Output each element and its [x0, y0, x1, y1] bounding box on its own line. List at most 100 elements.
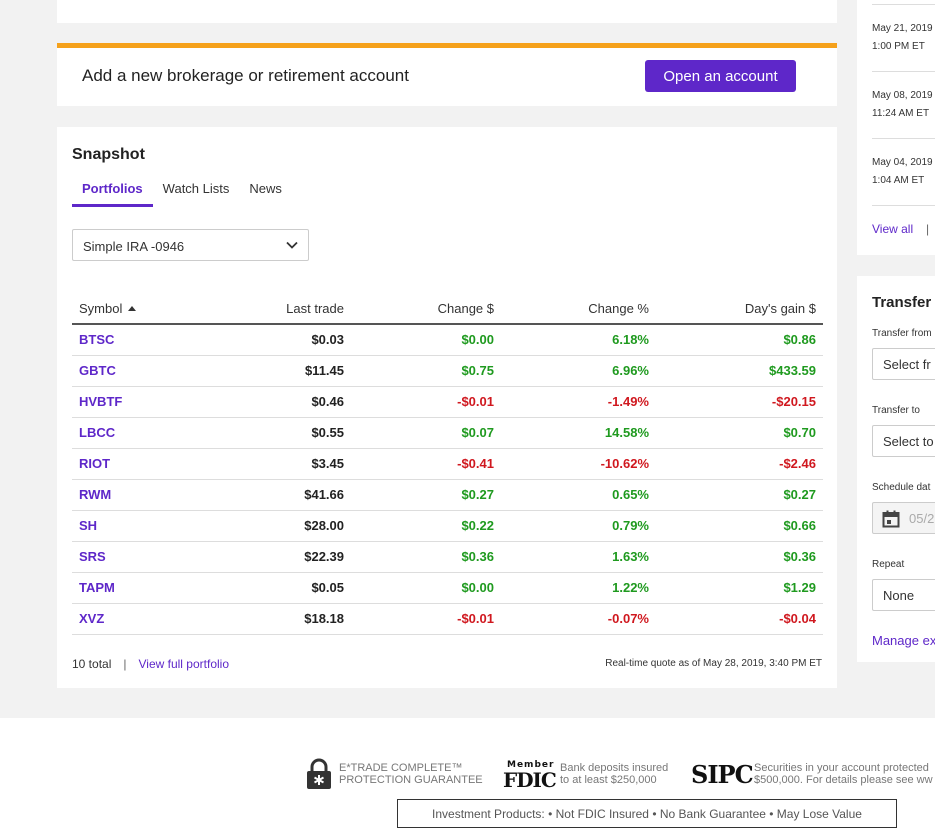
last-trade-cell: $0.55 — [212, 417, 351, 449]
change-cell: $0.22 — [351, 510, 501, 542]
table-row: LBCC $0.55 $0.07 14.58% $0.70 — [72, 417, 823, 449]
activity-date: May 04, 2019 — [872, 157, 933, 168]
banner-title: Add a new brokerage or retirement accoun… — [82, 66, 409, 85]
activity-panel: May 21, 2019 1:00 PM ET May 08, 2019 11:… — [857, 0, 935, 255]
table-row: SRS $22.39 $0.36 1.63% $0.36 — [72, 541, 823, 573]
quote-timestamp: Real-time quote as of May 28, 2019, 3:40… — [605, 658, 822, 669]
days-gain-cell: $0.66 — [656, 510, 823, 542]
transfer-title: Transfer — [872, 294, 932, 311]
symbol-link[interactable]: BTSC — [72, 324, 212, 356]
divider — [872, 4, 935, 5]
page-footer: E*TRADE COMPLETE™ PROTECTION GUARANTEE M… — [0, 718, 935, 833]
snapshot-footer: 10 total | View full portfolio — [72, 657, 229, 671]
last-trade-cell: $18.18 — [212, 603, 351, 635]
sipc-protection-text: Securities in your account protected $50… — [754, 762, 933, 786]
schedule-date-label: Schedule dat — [872, 482, 931, 493]
schedule-date-input[interactable]: 05/2 — [872, 502, 935, 534]
table-row: GBTC $11.45 $0.75 6.96% $433.59 — [72, 355, 823, 387]
activity-item[interactable]: May 04, 2019 1:04 AM ET — [872, 154, 933, 190]
tab-news[interactable]: News — [239, 181, 292, 207]
days-gain-cell: $0.27 — [656, 479, 823, 511]
table-row: SH $28.00 $0.22 0.79% $0.66 — [72, 510, 823, 542]
symbol-link[interactable]: RIOT — [72, 448, 212, 480]
transfer-to-select[interactable]: Select to — [872, 425, 935, 457]
protection-guarantee-text: E*TRADE COMPLETE™ PROTECTION GUARANTEE — [339, 762, 483, 786]
activity-item[interactable]: May 08, 2019 11:24 AM ET — [872, 87, 933, 123]
symbol-link[interactable]: SH — [72, 510, 212, 542]
symbol-link[interactable]: XVZ — [72, 603, 212, 635]
fdic-logo: Member FDIC — [503, 760, 557, 792]
days-gain-cell: -$0.04 — [656, 603, 823, 635]
investment-disclaimer: Investment Products: • Not FDIC Insured … — [397, 799, 897, 828]
change-cell: -$0.01 — [351, 386, 501, 418]
calendar-icon[interactable] — [882, 510, 900, 528]
symbol-link[interactable]: SRS — [72, 541, 212, 573]
column-header-last-trade[interactable]: Last trade — [212, 293, 351, 325]
activity-item[interactable]: May 21, 2019 1:00 PM ET — [872, 20, 933, 56]
symbol-link[interactable]: LBCC — [72, 417, 212, 449]
last-trade-cell: $41.66 — [212, 479, 351, 511]
change-cell: -$0.41 — [351, 448, 501, 480]
symbol-link[interactable]: RWM — [72, 479, 212, 511]
transfer-from-label: Transfer from — [872, 328, 932, 339]
activity-date: May 08, 2019 — [872, 90, 933, 101]
days-gain-cell: $1.29 — [656, 572, 823, 604]
last-trade-cell: $28.00 — [212, 510, 351, 542]
table-row: HVBTF $0.46 -$0.01 -1.49% -$20.15 — [72, 386, 823, 418]
column-header-symbol[interactable]: Symbol — [72, 293, 212, 325]
column-header-days-gain[interactable]: Day's gain $ — [656, 293, 823, 325]
transfer-from-select[interactable]: Select fr — [872, 348, 935, 380]
fdic-insurance-text: Bank deposits insured to at least $250,0… — [560, 762, 669, 786]
change-pct-cell: 1.63% — [501, 541, 656, 573]
change-cell: -$0.01 — [351, 603, 501, 635]
table-row: RIOT $3.45 -$0.41 -10.62% -$2.46 — [72, 448, 823, 480]
snapshot-tabs: Portfolios Watch Lists News — [72, 181, 292, 207]
divider — [872, 71, 935, 72]
snapshot-heading: Snapshot — [72, 146, 145, 163]
change-pct-cell: 6.96% — [501, 355, 656, 387]
days-gain-cell: $0.86 — [656, 324, 823, 356]
last-trade-cell: $0.05 — [212, 572, 351, 604]
activity-date: May 21, 2019 — [872, 23, 933, 34]
divider — [872, 205, 935, 206]
table-header-row: Symbol Last trade Change $ Change % Day'… — [72, 293, 823, 325]
days-gain-cell: -$2.46 — [656, 448, 823, 480]
symbol-link[interactable]: GBTC — [72, 355, 212, 387]
view-all-link[interactable]: View all — [872, 222, 913, 236]
account-select[interactable]: Simple IRA -0946 — [72, 229, 309, 261]
separator: | — [926, 222, 930, 236]
symbol-link[interactable]: HVBTF — [72, 386, 212, 418]
change-pct-cell: 6.18% — [501, 324, 656, 356]
divider — [872, 138, 935, 139]
column-header-change[interactable]: Change $ — [351, 293, 501, 325]
lock-icon — [307, 758, 331, 789]
change-cell: $0.75 — [351, 355, 501, 387]
change-cell: $0.07 — [351, 417, 501, 449]
sort-ascending-icon — [128, 305, 137, 311]
total-count: 10 total — [72, 657, 112, 671]
view-full-portfolio-link[interactable]: View full portfolio — [139, 657, 230, 671]
column-header-change-pct[interactable]: Change % — [501, 293, 656, 325]
symbol-link[interactable]: TAPM — [72, 572, 212, 604]
top-card — [57, 0, 837, 23]
change-pct-cell: -1.49% — [501, 386, 656, 418]
chevron-down-icon — [286, 241, 298, 249]
transfer-panel: Transfer Transfer from Select fr Transfe… — [857, 276, 935, 662]
last-trade-cell: $22.39 — [212, 541, 351, 573]
tab-portfolios[interactable]: Portfolios — [72, 181, 153, 207]
open-account-button[interactable]: Open an account — [645, 60, 796, 92]
change-pct-cell: -10.62% — [501, 448, 656, 480]
change-pct-cell: 0.79% — [501, 510, 656, 542]
open-account-banner: Add a new brokerage or retirement accoun… — [57, 43, 837, 106]
sipc-logo: SIPC — [691, 760, 754, 789]
tab-watch-lists[interactable]: Watch Lists — [153, 181, 240, 207]
days-gain-cell: $0.70 — [656, 417, 823, 449]
manage-external-accounts-link[interactable]: Manage ex — [872, 633, 935, 648]
days-gain-cell: -$20.15 — [656, 386, 823, 418]
activity-time: 11:24 AM ET — [872, 108, 930, 119]
repeat-select[interactable]: None — [872, 579, 935, 611]
activity-time: 1:04 AM ET — [872, 175, 925, 186]
table-row: BTSC $0.03 $0.00 6.18% $0.86 — [72, 324, 823, 356]
change-pct-cell: 1.22% — [501, 572, 656, 604]
last-trade-cell: $3.45 — [212, 448, 351, 480]
